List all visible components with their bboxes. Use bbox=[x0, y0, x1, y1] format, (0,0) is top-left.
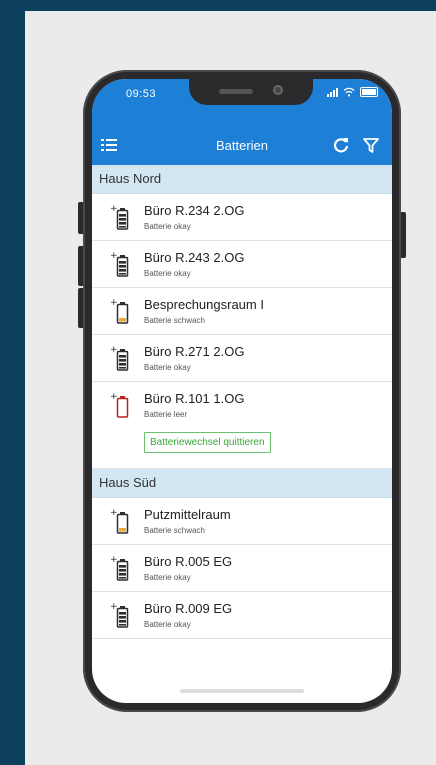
section-header: Haus Nord bbox=[92, 165, 392, 194]
front-camera bbox=[273, 85, 283, 95]
svg-text:+: + bbox=[110, 508, 118, 518]
status-time: 09:53 bbox=[126, 88, 157, 100]
list-item[interactable]: + Büro R.005 EG Batterie okay bbox=[92, 545, 392, 592]
item-name: Büro R.101 1.OG bbox=[144, 391, 245, 406]
item-name: Büro R.234 2.OG bbox=[144, 203, 245, 218]
wifi-icon bbox=[343, 87, 355, 97]
battery-full-icon: + bbox=[110, 204, 132, 230]
toolbar: Batterien bbox=[92, 133, 392, 161]
item-name: Besprechungsraum I bbox=[144, 297, 264, 312]
signal-icon bbox=[327, 87, 338, 97]
app-bar: 09:53 Batterien bbox=[92, 79, 392, 165]
svg-text:+: + bbox=[110, 298, 118, 308]
refresh-icon[interactable] bbox=[332, 136, 350, 154]
battery-list: Haus Nord + Büro R.234 2.OG Batterie okay + B… bbox=[92, 165, 392, 639]
item-name: Büro R.243 2.OG bbox=[144, 250, 245, 265]
item-name: Putzmittelraum bbox=[144, 507, 231, 522]
item-name: Büro R.009 EG bbox=[144, 601, 233, 616]
item-name: Büro R.271 2.OG bbox=[144, 344, 245, 359]
svg-text:+: + bbox=[110, 392, 118, 402]
battery-full-icon: + bbox=[110, 345, 132, 371]
item-status: Batterie leer bbox=[144, 410, 188, 419]
item-status: Batterie schwach bbox=[144, 316, 205, 325]
list-item[interactable]: + Büro R.271 2.OG Batterie okay bbox=[92, 335, 392, 382]
list-item[interactable]: + Büro R.243 2.OG Batterie okay bbox=[92, 241, 392, 288]
item-status: Batterie okay bbox=[144, 620, 191, 629]
item-status: Batterie okay bbox=[144, 573, 191, 582]
svg-text:+: + bbox=[110, 345, 118, 355]
list-item[interactable]: + Büro R.101 1.OG Batterie leer Batteriewec… bbox=[92, 382, 392, 469]
section-header: Haus Süd bbox=[92, 469, 392, 498]
list-item[interactable]: + Büro R.009 EG Batterie okay bbox=[92, 592, 392, 639]
phone-screen: 09:53 Batterien Haus Nord + Büro R.234 2… bbox=[92, 79, 392, 703]
item-status: Batterie okay bbox=[144, 269, 191, 278]
filter-icon[interactable] bbox=[362, 136, 380, 154]
list-item[interactable]: + Büro R.234 2.OG Batterie okay bbox=[92, 194, 392, 241]
status-icons bbox=[327, 85, 378, 99]
item-status: Batterie okay bbox=[144, 363, 191, 372]
battery-full-icon: + bbox=[110, 555, 132, 581]
svg-text:+: + bbox=[110, 251, 118, 261]
battery-empty-icon: + bbox=[110, 392, 132, 418]
svg-text:+: + bbox=[110, 602, 118, 612]
battery-low-icon: + bbox=[110, 298, 132, 324]
home-indicator bbox=[180, 689, 304, 693]
item-status: Batterie okay bbox=[144, 222, 191, 231]
phone-notch bbox=[189, 79, 313, 105]
battery-full-icon: + bbox=[110, 251, 132, 277]
battery-low-icon: + bbox=[110, 508, 132, 534]
acknowledge-battery-change-button[interactable]: Batteriewechsel quittieren bbox=[144, 432, 271, 453]
list-item[interactable]: + Besprechungsraum I Batterie schwach bbox=[92, 288, 392, 335]
svg-text:+: + bbox=[110, 204, 118, 214]
speaker-grille bbox=[219, 89, 253, 94]
svg-text:+: + bbox=[110, 555, 118, 565]
item-name: Büro R.005 EG bbox=[144, 554, 233, 569]
list-item[interactable]: + Putzmittelraum Batterie schwach bbox=[92, 498, 392, 545]
item-status: Batterie schwach bbox=[144, 526, 205, 535]
battery-status-icon bbox=[360, 87, 378, 97]
battery-full-icon: + bbox=[110, 602, 132, 628]
